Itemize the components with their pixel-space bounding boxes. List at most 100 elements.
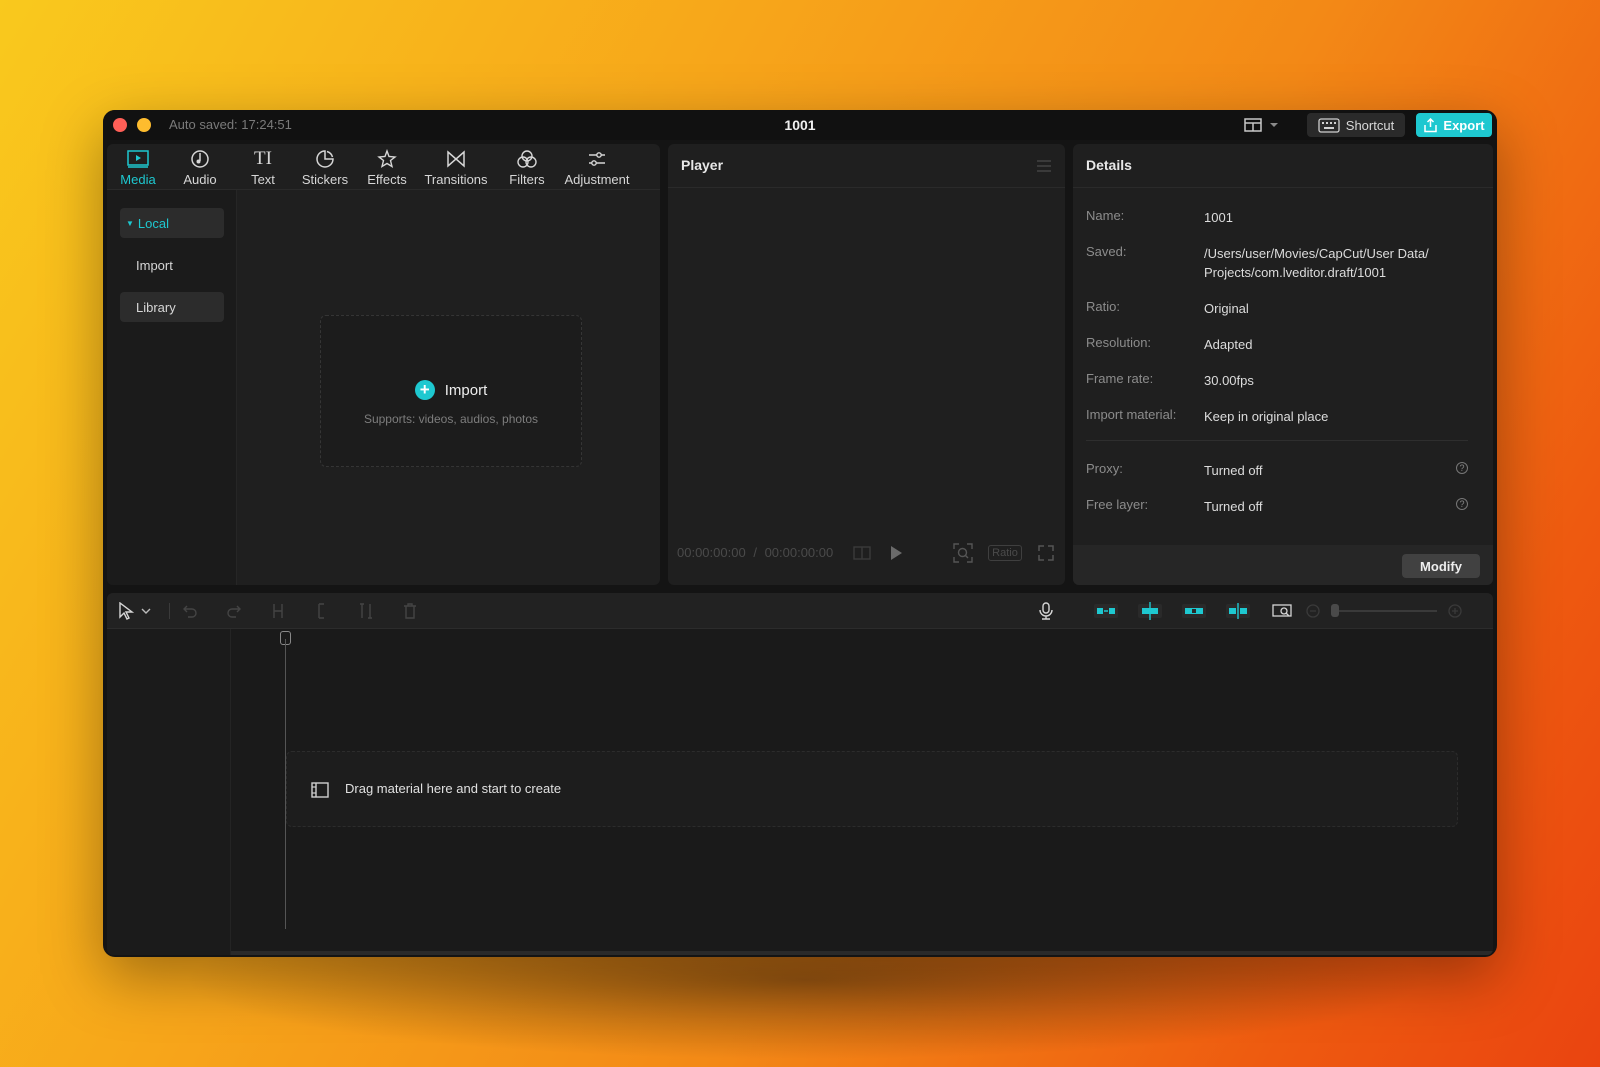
zoom-in-icon <box>1448 604 1462 618</box>
trim-left-icon <box>318 603 324 619</box>
delete-left-button[interactable] <box>313 602 331 620</box>
sidebar-item-library[interactable]: Library <box>120 292 224 322</box>
media-sidebar: ▼ Local Import Library <box>107 190 237 585</box>
tab-transitions[interactable]: Transitions <box>421 148 491 187</box>
media-tab-bar: Media Audio TI Text Stickers Effects Tra… <box>107 144 660 190</box>
timeline-toolbar <box>107 593 1493 629</box>
drop-zone-text: Drag material here and start to create <box>345 781 562 796</box>
details-panel: Details Name: 1001 Saved: /Users/user/Mo… <box>1073 144 1493 585</box>
zoom-slider-track[interactable] <box>1337 610 1437 612</box>
select-tool-button[interactable] <box>117 602 135 620</box>
compare-icon[interactable] <box>852 543 872 563</box>
tab-label: Adjustment <box>564 172 630 187</box>
layout-switch-button[interactable] <box>1244 116 1284 134</box>
project-title: 1001 <box>784 117 816 133</box>
detail-value: 30.00fps <box>1204 373 1254 388</box>
tab-filters[interactable]: Filters <box>505 148 549 187</box>
redo-button[interactable] <box>225 602 243 620</box>
timecode-separator: / <box>753 545 757 560</box>
detail-value: /Users/user/Movies/CapCut/User Data/ Pro… <box>1204 246 1429 280</box>
fit-zoom-button[interactable] <box>952 543 974 563</box>
tab-media[interactable]: Media <box>115 148 161 187</box>
linkage-button[interactable] <box>1181 602 1207 620</box>
detail-label: Resolution: <box>1086 335 1152 350</box>
delete-button[interactable] <box>401 602 419 620</box>
caret-down-icon: ▼ <box>126 218 134 228</box>
record-voice-button[interactable] <box>1037 602 1055 620</box>
fit-timeline-button[interactable] <box>1271 602 1293 620</box>
main-track-magnet-button[interactable] <box>1093 602 1119 620</box>
redo-icon <box>227 605 241 618</box>
modify-button[interactable]: Modify <box>1402 554 1480 578</box>
tab-stickers[interactable]: Stickers <box>297 148 353 187</box>
tab-effects[interactable]: Effects <box>363 148 411 187</box>
play-button[interactable] <box>886 543 906 563</box>
undo-button[interactable] <box>181 602 199 620</box>
plus-circle-icon: + <box>414 380 435 400</box>
tab-label: Stickers <box>301 172 349 187</box>
toolbar-divider <box>169 603 170 619</box>
detail-value: 1001 <box>1204 210 1233 225</box>
total-timecode: 00:00:00:00 <box>764 545 834 560</box>
detail-value: Original <box>1204 301 1249 316</box>
player-controls: 00:00:00:00 / 00:00:00:00 Ratio <box>668 529 1065 585</box>
tab-text[interactable]: TI Text <box>243 148 283 187</box>
tab-label: Transitions <box>424 172 488 187</box>
ratio-button[interactable]: Ratio <box>986 543 1024 563</box>
microphone-icon <box>1039 602 1053 620</box>
fullscreen-button[interactable] <box>1036 543 1056 563</box>
export-button[interactable]: Export <box>1416 113 1492 137</box>
tab-label: Effects <box>367 172 407 187</box>
trash-icon <box>404 603 416 619</box>
select-tool-dropdown[interactable] <box>140 602 152 620</box>
effects-icon <box>376 148 398 170</box>
zoom-out-button[interactable] <box>1305 602 1321 620</box>
details-header: Details <box>1073 144 1493 188</box>
tab-label: Filters <box>509 172 545 187</box>
sidebar-item-label: Library <box>136 299 176 315</box>
sidebar-item-label: Local <box>137 215 169 231</box>
undo-icon <box>183 605 197 618</box>
timeline-scrollbar[interactable] <box>231 951 1493 955</box>
preview-axis-button[interactable] <box>1225 602 1251 620</box>
adjustment-icon <box>586 148 608 170</box>
help-icon[interactable]: ? <box>1456 498 1468 510</box>
stickers-icon <box>314 148 336 170</box>
tab-label: Text <box>251 172 275 187</box>
delete-right-button[interactable] <box>357 602 375 620</box>
capcut-window: Auto saved: 17:24:51 1001 Shortcut Expor… <box>103 110 1497 957</box>
detail-value: Turned off <box>1204 499 1263 514</box>
detail-value: Turned off <box>1204 463 1263 478</box>
sidebar-item-local[interactable]: ▼ Local <box>120 208 224 238</box>
auto-snap-button[interactable] <box>1137 602 1163 620</box>
details-divider <box>1086 440 1468 441</box>
zoom-slider-handle[interactable] <box>1331 604 1339 617</box>
help-icon[interactable]: ? <box>1456 462 1468 474</box>
import-label: Import <box>444 381 488 399</box>
import-drop-box[interactable]: + Import Supports: videos, audios, photo… <box>320 315 582 467</box>
magnet-track-icon <box>1094 604 1118 618</box>
detail-label: Name: <box>1086 208 1125 223</box>
media-icon <box>127 148 149 170</box>
zoom-in-button[interactable] <box>1447 602 1463 620</box>
audio-icon <box>189 148 211 170</box>
sidebar-item-label: Import <box>136 257 173 273</box>
layout-grid-icon <box>1244 118 1278 132</box>
timeline-drop-zone[interactable]: Drag material here and start to create <box>286 751 1458 827</box>
keyboard-icon <box>1318 117 1340 133</box>
tab-adjustment[interactable]: Adjustment <box>559 148 635 187</box>
split-button[interactable] <box>269 602 287 620</box>
player-timecode: 00:00:00:00 / 00:00:00:00 <box>677 545 833 560</box>
tab-audio[interactable]: Audio <box>177 148 223 187</box>
detail-value: Adapted <box>1204 337 1253 352</box>
detail-label: Ratio: <box>1086 299 1120 314</box>
shortcut-button[interactable]: Shortcut <box>1307 113 1405 137</box>
title-bar: Auto saved: 17:24:51 1001 Shortcut Expor… <box>103 110 1497 140</box>
timeline-panel: Drag material here and start to create <box>107 593 1493 955</box>
sidebar-item-import[interactable]: Import <box>120 250 224 280</box>
detail-label: Free layer: <box>1086 497 1149 512</box>
cursor-icon <box>119 602 134 620</box>
fullscreen-icon <box>1038 545 1054 561</box>
tab-label: Media <box>120 172 156 187</box>
menu-icon[interactable] <box>1037 160 1051 172</box>
